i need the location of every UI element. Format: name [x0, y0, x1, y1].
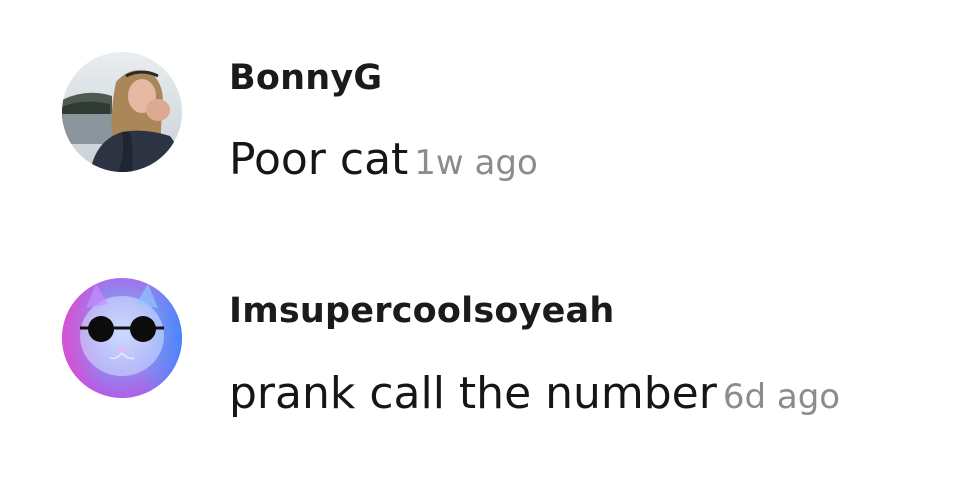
comment-timestamp: 1w ago	[414, 143, 538, 183]
comment-item: Imsupercoolsoyeah prank call the number 6…	[0, 228, 980, 428]
profile-photo-woman-icon	[62, 52, 182, 172]
comment-item: BonnyG Poor cat 1w ago	[0, 0, 980, 200]
comment-text: prank call the number	[229, 368, 717, 419]
comment-body: Poor cat 1w ago	[229, 134, 538, 185]
comment-username[interactable]: Imsupercoolsoyeah	[229, 291, 615, 331]
avatar[interactable]	[62, 278, 182, 398]
avatar[interactable]	[62, 52, 182, 172]
comment-username[interactable]: BonnyG	[229, 58, 382, 98]
comment-text: Poor cat	[229, 134, 409, 185]
comment-timestamp: 6d ago	[722, 377, 841, 417]
comment-body: prank call the number 6d ago	[229, 368, 840, 419]
profile-photo-cat-sunglasses-icon	[62, 278, 182, 398]
